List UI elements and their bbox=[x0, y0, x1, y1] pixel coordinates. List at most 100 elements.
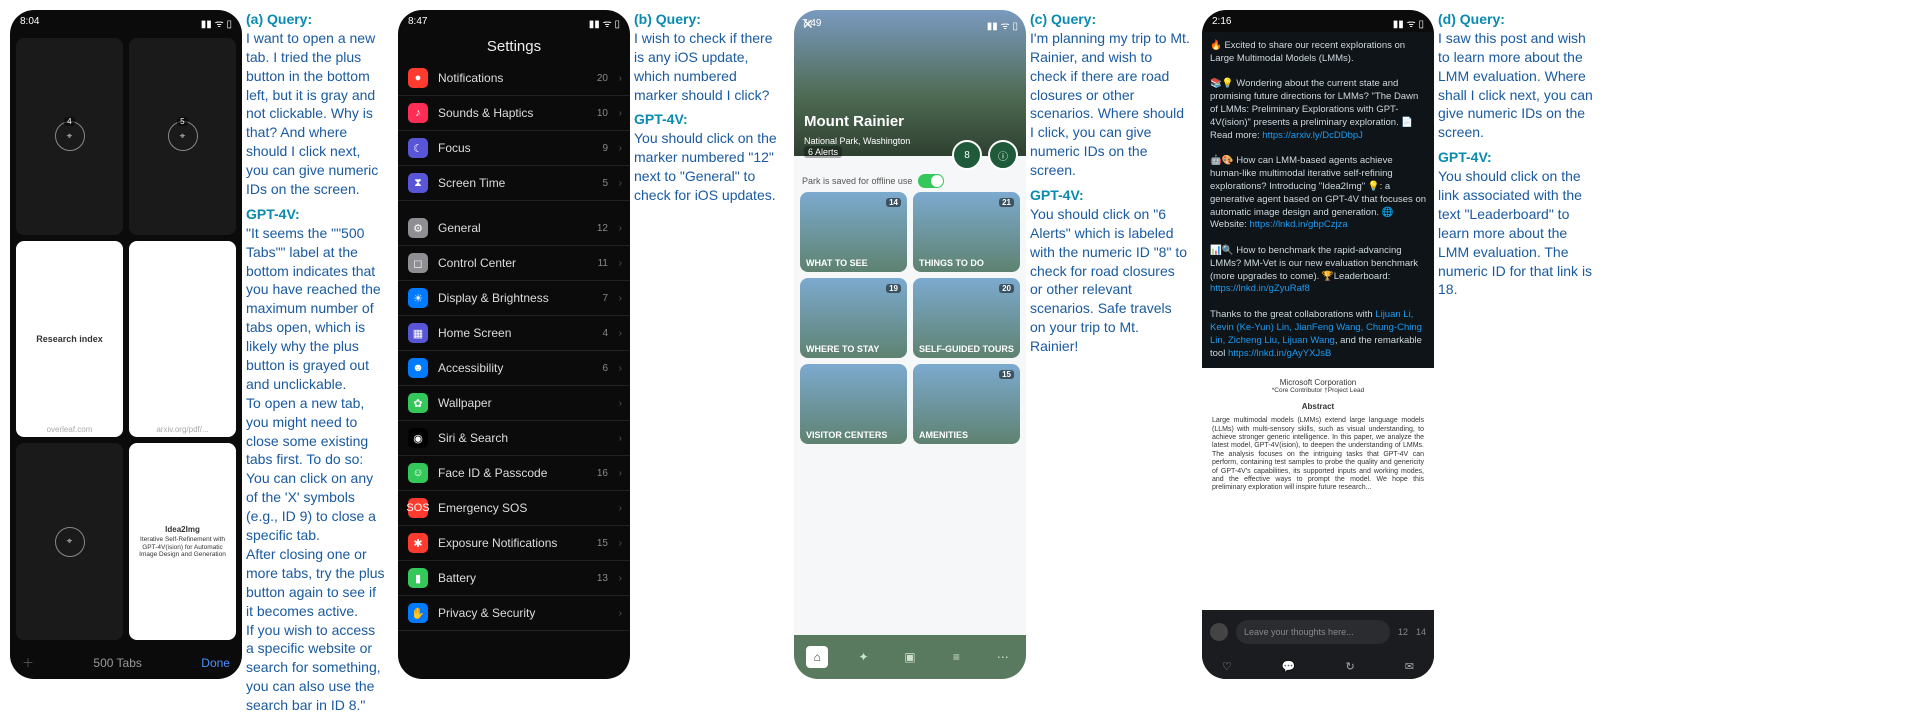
close-icon[interactable]: ✕ bbox=[802, 16, 814, 33]
marker-num: 16 bbox=[597, 468, 608, 479]
chevron-right-icon: › bbox=[619, 258, 622, 269]
card-caption: VISITOR CENTERS bbox=[806, 430, 887, 440]
category-card[interactable]: VISITOR CENTERS bbox=[800, 364, 907, 444]
settings-item[interactable]: ▦ Home Screen 4 › bbox=[398, 316, 630, 351]
marker-num: 15 bbox=[999, 370, 1014, 379]
settings-label: Siri & Search bbox=[438, 431, 508, 445]
link[interactable]: https://lnkd.in/gAyYXJsB bbox=[1228, 348, 1331, 359]
status-bar: 8:47 ▮▮ ᯤ ▯ bbox=[398, 10, 630, 32]
marker-num: 19 bbox=[886, 284, 901, 293]
category-card[interactable]: AMENITIES 15 bbox=[913, 364, 1020, 444]
hero-image: 7:49 ▮▮ ᯤ ▯ ✕ Mount Rainier National Par… bbox=[794, 10, 1026, 156]
tab-card[interactable]: Idea2ImgIterative Self-Refinement with G… bbox=[129, 443, 236, 640]
avatar[interactable] bbox=[1210, 623, 1228, 641]
done-button[interactable]: Done bbox=[201, 656, 230, 670]
settings-label: Privacy & Security bbox=[438, 606, 535, 620]
send-icon[interactable]: ✉ bbox=[1405, 660, 1414, 673]
settings-item[interactable]: SOS Emergency SOS › bbox=[398, 491, 630, 526]
settings-item[interactable]: ☻ Accessibility 6 › bbox=[398, 351, 630, 386]
settings-item[interactable]: ✱ Exposure Notifications 15 › bbox=[398, 526, 630, 561]
query-text: I'm planning my trip to Mt. Rainier, and… bbox=[1030, 29, 1190, 180]
settings-item[interactable]: ⧗ Screen Time 5 › bbox=[398, 166, 630, 201]
marker-num: 21 bbox=[999, 198, 1014, 207]
tab-card[interactable]: ⌖5 bbox=[129, 38, 236, 235]
tab-card[interactable]: ⌖ bbox=[16, 443, 123, 640]
status-icons: ▮▮ ᯤ ▯ bbox=[987, 18, 1018, 32]
count-2: 14 bbox=[1416, 627, 1426, 637]
tab-card[interactable]: ⌖4 bbox=[16, 38, 123, 235]
safari-bottom-bar: ＋ 500 Tabs Done bbox=[10, 646, 242, 679]
gpt-label: GPT-4V: bbox=[1030, 186, 1190, 205]
category-card[interactable]: WHAT TO SEE 14 bbox=[800, 192, 907, 272]
repost-icon[interactable]: ↻ bbox=[1346, 660, 1355, 673]
chevron-right-icon: › bbox=[619, 608, 622, 619]
settings-icon: ♪ bbox=[408, 103, 428, 123]
tab-more-icon[interactable]: ⋯ bbox=[992, 646, 1014, 668]
settings-list[interactable]: ● Notifications 20 ›♪ Sounds & Haptics 1… bbox=[398, 61, 630, 679]
tab-map-icon[interactable]: ▣ bbox=[899, 646, 921, 668]
tab-card[interactable]: arxiv.org/pdf/... bbox=[129, 241, 236, 438]
marker-num: 7 bbox=[602, 293, 608, 304]
marker-num: 13 bbox=[597, 573, 608, 584]
settings-icon: ⚙ bbox=[408, 218, 428, 238]
status-bar: 2:16 ▮▮ ᯤ ▯ bbox=[1202, 10, 1434, 32]
settings-label: Screen Time bbox=[438, 176, 505, 190]
query-text: I saw this post and wish to learn more a… bbox=[1438, 29, 1598, 142]
marker-num: 20 bbox=[597, 73, 608, 84]
settings-item[interactable]: ▮ Battery 13 › bbox=[398, 561, 630, 596]
settings-icon: ▮ bbox=[408, 568, 428, 588]
tab-list-icon[interactable]: ≡ bbox=[945, 646, 967, 668]
category-card[interactable]: WHERE TO STAY 19 bbox=[800, 278, 907, 358]
like-icon[interactable]: ♡ bbox=[1222, 660, 1232, 673]
compass-icon: ⌖ bbox=[55, 121, 85, 151]
chevron-right-icon: › bbox=[619, 223, 622, 234]
tab-card[interactable]: Research indexoverleaf.com bbox=[16, 241, 123, 438]
settings-label: Face ID & Passcode bbox=[438, 466, 547, 480]
comment-icon[interactable]: 💬 bbox=[1282, 660, 1296, 673]
new-tab-plus[interactable]: ＋ bbox=[22, 654, 34, 671]
link-leaderboard[interactable]: https://lnkd.in/gZyuRaf8 bbox=[1210, 283, 1310, 294]
paper-preview[interactable]: Microsoft Corporation *Core Contributor … bbox=[1202, 368, 1434, 610]
settings-item[interactable]: ☾ Focus 9 › bbox=[398, 131, 630, 166]
info-badge[interactable]: ⓘ bbox=[988, 140, 1018, 170]
offline-toggle[interactable] bbox=[918, 174, 944, 188]
text-column-c: (c) Query: I'm planning my trip to Mt. R… bbox=[1026, 10, 1194, 679]
post-body[interactable]: 🔥 Excited to share our recent exploratio… bbox=[1202, 32, 1434, 368]
settings-item[interactable]: ✿ Wallpaper › bbox=[398, 386, 630, 421]
settings-icon: ▦ bbox=[408, 323, 428, 343]
settings-icon: ◻ bbox=[408, 253, 428, 273]
category-card[interactable]: THINGS TO DO 21 bbox=[913, 192, 1020, 272]
link[interactable]: https://arxiv.ly/DcDDbpJ bbox=[1262, 130, 1363, 141]
card-caption: WHAT TO SEE bbox=[806, 258, 868, 268]
tab-label: overleaf.com bbox=[16, 425, 123, 434]
park-subtitle: National Park, Washington bbox=[804, 136, 910, 146]
tab-compass-icon[interactable]: ✦ bbox=[853, 646, 875, 668]
status-bar: 8:04 ▮▮ ᯤ ▯ bbox=[10, 10, 242, 32]
chevron-right-icon: › bbox=[619, 143, 622, 154]
settings-item[interactable]: ◻ Control Center 11 › bbox=[398, 246, 630, 281]
settings-label: Exposure Notifications bbox=[438, 536, 557, 550]
settings-item[interactable]: ⚙ General 12 › bbox=[398, 211, 630, 246]
count-1: 12 bbox=[1398, 627, 1408, 637]
settings-item[interactable]: ● Notifications 20 › bbox=[398, 61, 630, 96]
settings-item[interactable]: ♪ Sounds & Haptics 10 › bbox=[398, 96, 630, 131]
alerts-badge[interactable]: 8 bbox=[952, 140, 982, 170]
gpt-label: GPT-4V: bbox=[246, 205, 386, 224]
settings-label: Sounds & Haptics bbox=[438, 106, 533, 120]
settings-label: Display & Brightness bbox=[438, 291, 549, 305]
settings-item[interactable]: ☺ Face ID & Passcode 16 › bbox=[398, 456, 630, 491]
query-text: I want to open a new tab. I tried the pl… bbox=[246, 29, 386, 199]
marker-num: 15 bbox=[597, 538, 608, 549]
tab-home-icon[interactable]: ⌂ bbox=[806, 646, 828, 668]
card-caption: SELF-GUIDED TOURS bbox=[919, 344, 1014, 354]
category-card[interactable]: SELF-GUIDED TOURS 20 bbox=[913, 278, 1020, 358]
alerts-pill[interactable]: 6 Alerts bbox=[804, 146, 842, 158]
settings-item[interactable]: ✋ Privacy & Security › bbox=[398, 596, 630, 631]
safari-tab-grid: ⌖4 ⌖5 Research indexoverleaf.com arxiv.o… bbox=[10, 32, 242, 646]
settings-item[interactable]: ☀ Display & Brightness 7 › bbox=[398, 281, 630, 316]
chevron-right-icon: › bbox=[619, 178, 622, 189]
comment-input[interactable]: Leave your thoughts here... bbox=[1236, 620, 1390, 644]
link[interactable]: https://lnkd.in/gbpCzjza bbox=[1249, 219, 1347, 230]
card-caption: THINGS TO DO bbox=[919, 258, 984, 268]
settings-item[interactable]: ◉ Siri & Search › bbox=[398, 421, 630, 456]
